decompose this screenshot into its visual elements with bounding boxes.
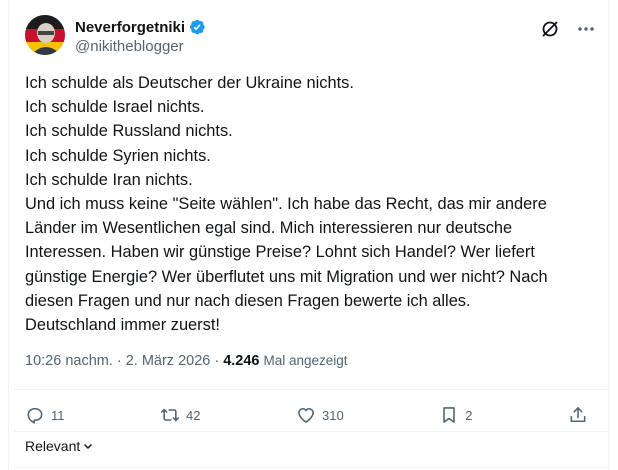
like-icon — [298, 407, 314, 423]
meta-separator: · — [214, 353, 220, 369]
tweet-meta: 10:26 nachm. · 2. März 2026 · 4.246 Mal … — [25, 353, 348, 369]
tweet-header: Neverforgetniki @nikitheblogger — [25, 13, 596, 57]
avatar[interactable] — [25, 15, 65, 55]
repost-count: 42 — [186, 407, 201, 423]
view-count: 4.246 — [223, 353, 260, 369]
tweet-line: diesen Fragen und nur nach diesen Fragen… — [25, 291, 471, 310]
verified-badge-icon[interactable] — [188, 18, 206, 36]
share-icon — [570, 407, 586, 423]
meta-separator: · — [116, 353, 122, 369]
tweet-line: Ich schulde Iran nichts. — [25, 170, 193, 189]
bookmark-count: 2 — [465, 407, 473, 423]
tweet-line: Ich schulde als Deutscher der Ukraine ni… — [25, 74, 354, 92]
share-button[interactable] — [568, 405, 588, 425]
like-button[interactable]: 310 — [296, 405, 344, 425]
sort-dropdown[interactable]: Relevant — [25, 438, 94, 454]
more-icon[interactable] — [576, 19, 596, 39]
tweet-line: Und ich muss keine "Seite wählen". Ich h… — [25, 195, 547, 214]
sort-label: Relevant — [25, 438, 81, 454]
left-border — [8, 0, 9, 470]
divider — [14, 467, 610, 468]
grok-icon[interactable] — [540, 19, 560, 39]
bookmark-icon — [443, 407, 456, 423]
repost-icon — [160, 408, 180, 422]
author-block: Neverforgetniki @nikitheblogger — [75, 17, 206, 55]
chevron-down-icon — [84, 444, 93, 449]
tweet-line: günstige Energie? Wer überflutet uns mit… — [25, 267, 548, 286]
reply-button[interactable]: 11 — [25, 405, 65, 425]
reply-icon — [27, 407, 43, 424]
tweet-time[interactable]: 10:26 nachm. — [25, 353, 113, 369]
tweet-text: Ich schulde als Deutscher der Ukraine ni… — [25, 71, 595, 337]
tweet-line: Deutschland immer zuerst! — [25, 316, 220, 335]
header-actions — [540, 19, 596, 39]
view-count-label: Mal angezeigt — [263, 353, 348, 368]
repost-button[interactable]: 42 — [160, 405, 200, 425]
tweet-line: Interessen. Haben wir günstige Preise? L… — [25, 243, 535, 262]
reply-count: 11 — [51, 407, 65, 423]
right-border — [608, 0, 609, 470]
like-count: 310 — [322, 407, 344, 423]
author-handle[interactable]: @nikitheblogger — [75, 38, 206, 55]
tweet-line: Länder im Wesentlichen egal sind. Mich i… — [25, 219, 513, 238]
tweet-line: Ich schulde Israel nichts. — [25, 98, 205, 117]
tweet-line: Ich schulde Syrien nichts. — [25, 146, 211, 165]
divider — [14, 389, 610, 390]
bookmark-button[interactable]: 2 — [439, 405, 472, 425]
tweet-line: Ich schulde Russland nichts. — [25, 122, 233, 141]
action-bar: 11 42 310 2 — [25, 400, 588, 430]
tweet-date[interactable]: 2. März 2026 — [126, 353, 211, 369]
author-name[interactable]: Neverforgetniki — [75, 19, 185, 36]
divider — [14, 431, 610, 432]
